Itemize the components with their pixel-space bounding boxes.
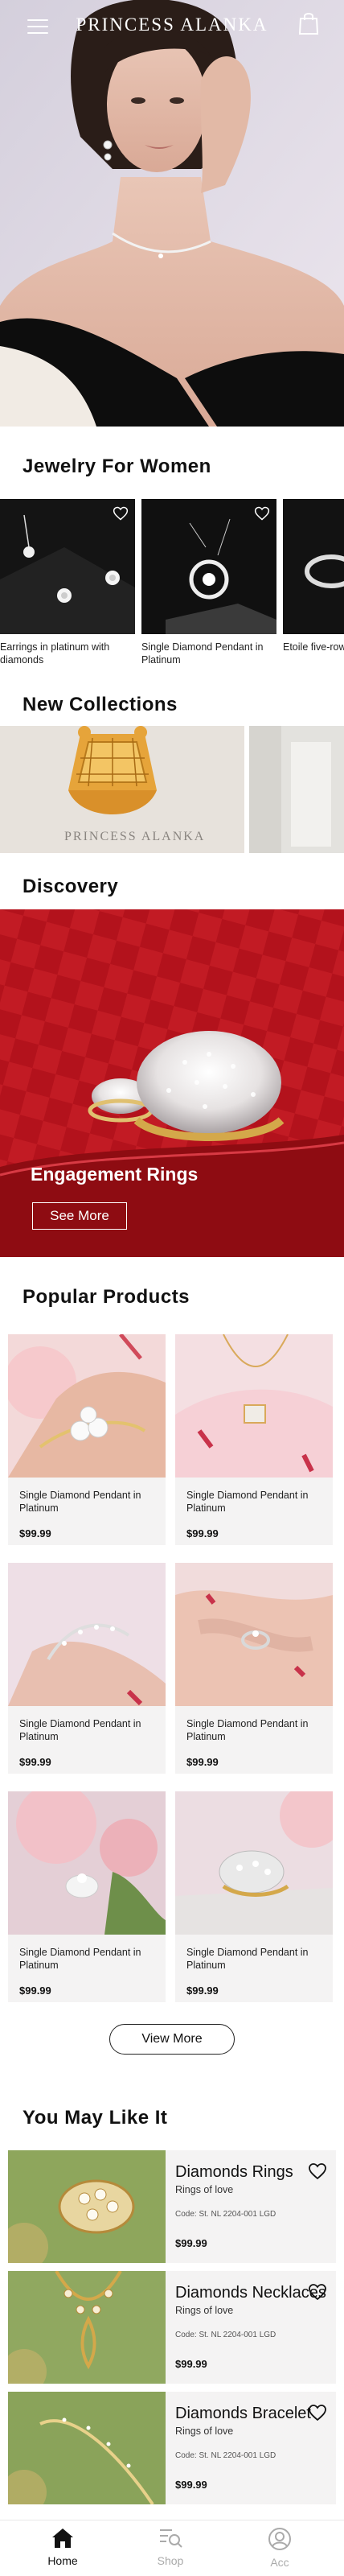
- nav-item-account[interactable]: Acc: [240, 2527, 320, 2569]
- heart-icon[interactable]: [113, 505, 129, 521]
- product-name: Single Diamond Pendant in Platinum: [19, 1490, 141, 1514]
- product-price: $99.99: [175, 2358, 207, 2370]
- product-card[interactable]: Single Diamond Pendant in Platinum $99.9…: [8, 1563, 166, 1774]
- jewelry-card[interactable]: Etoile five-row pavé diamond: [283, 499, 344, 653]
- product-card[interactable]: Single Diamond Pendant in Platinum $99.9…: [175, 1791, 333, 2002]
- product-name: Single Diamond Pendant in Platinum: [186, 1490, 309, 1514]
- bottom-navigation: Home Shop Acc: [0, 2520, 344, 2576]
- product-subtitle: Rings of love: [175, 2426, 234, 2437]
- product-image: [141, 499, 276, 634]
- product-image: [0, 499, 135, 634]
- brand-logo: PRINCESS ALANKA: [76, 14, 268, 35]
- product-code: Code: St. NL 2204-001 LGD: [175, 2331, 276, 2339]
- nav-item-shop[interactable]: Shop: [130, 2527, 211, 2567]
- account-icon: [268, 2528, 291, 2550]
- section-title-popular-products: Popular Products: [23, 1286, 190, 1308]
- section-title-you-may-like-it: You May Like It: [23, 2107, 168, 2129]
- heart-icon[interactable]: [254, 505, 270, 521]
- product-title: Diamonds Rings: [175, 2163, 293, 2181]
- product-price: $99.99: [186, 1527, 219, 1539]
- shop-icon: [160, 2529, 182, 2548]
- product-card[interactable]: Single Diamond Pendant in Platinum $99.9…: [175, 1334, 333, 1545]
- heart-icon[interactable]: [307, 2282, 328, 2302]
- product-caption: Etoile five-row pavé diamond: [283, 641, 344, 653]
- product-image: [175, 1791, 333, 1935]
- product-price: $99.99: [175, 2479, 207, 2491]
- product-title: Diamonds Bracelet: [175, 2405, 311, 2422]
- product-price: $99.99: [19, 1985, 51, 1997]
- product-caption: Single Diamond Pendant in Platinum: [141, 641, 264, 666]
- recommendation-row[interactable]: Diamonds Necklaces Rings of love Code: S…: [8, 2271, 336, 2384]
- product-code: Code: St. NL 2204-001 LGD: [175, 2210, 276, 2219]
- banner-brand-text: PRINCESS ALANKA: [64, 830, 205, 843]
- heart-icon[interactable]: [307, 2162, 328, 2181]
- nav-label: Home: [47, 2554, 78, 2567]
- top-bar: PRINCESS ALANKA: [0, 0, 344, 52]
- product-price: $99.99: [186, 1756, 219, 1768]
- heart-icon[interactable]: [307, 2403, 328, 2422]
- product-image: [8, 2150, 166, 2263]
- product-image: [8, 2271, 166, 2384]
- product-image: [8, 2392, 166, 2504]
- section-title-jewelry-for-women: Jewelry For Women: [23, 455, 211, 477]
- nav-item-home[interactable]: Home: [23, 2527, 103, 2567]
- view-more-button[interactable]: View More: [109, 2024, 235, 2055]
- shopping-bag-icon[interactable]: [297, 11, 320, 35]
- collection-banner[interactable]: [249, 726, 344, 853]
- jewelry-card[interactable]: Earrings in platinum with diamonds: [0, 499, 135, 666]
- product-image: [8, 1791, 166, 1935]
- product-card[interactable]: Single Diamond Pendant in Platinum $99.9…: [8, 1334, 166, 1545]
- product-name: Single Diamond Pendant in Platinum: [19, 1947, 141, 1971]
- discovery-title: Engagement Rings: [31, 1164, 199, 1185]
- product-subtitle: Rings of love: [175, 2305, 234, 2316]
- product-name: Single Diamond Pendant in Platinum: [19, 1718, 141, 1742]
- recommendation-row[interactable]: Diamonds Bracelet Rings of love Code: St…: [8, 2392, 336, 2504]
- product-name: Single Diamond Pendant in Platinum: [186, 1947, 309, 1971]
- product-price: $99.99: [186, 1985, 219, 1997]
- recommendation-row[interactable]: Diamonds Rings Rings of love Code: St. N…: [8, 2150, 336, 2263]
- see-more-button[interactable]: See More: [32, 1202, 127, 1230]
- product-price: $99.99: [19, 1756, 51, 1768]
- product-image: [175, 1334, 333, 1478]
- product-subtitle: Rings of love: [175, 2184, 234, 2195]
- hero-banner: PRINCESS ALANKA: [0, 0, 344, 427]
- product-image: [8, 1334, 166, 1478]
- product-price: $99.99: [19, 1527, 51, 1539]
- section-title-new-collections: New Collections: [23, 694, 178, 715]
- product-card[interactable]: Single Diamond Pendant in Platinum $99.9…: [8, 1791, 166, 2002]
- product-title: Diamonds Necklaces: [175, 2284, 326, 2302]
- nav-label: Acc: [270, 2556, 289, 2569]
- home-icon: [52, 2529, 73, 2548]
- product-card[interactable]: Single Diamond Pendant in Platinum $99.9…: [175, 1563, 333, 1774]
- product-name: Single Diamond Pendant in Platinum: [186, 1718, 309, 1742]
- product-image: [8, 1563, 166, 1706]
- collection-banner[interactable]: PRINCESS ALANKA: [0, 726, 244, 853]
- product-image: [175, 1563, 333, 1706]
- jewelry-card[interactable]: Single Diamond Pendant in Platinum: [141, 499, 276, 666]
- product-caption: Earrings in platinum with diamonds: [0, 641, 110, 666]
- nav-label: Shop: [157, 2554, 184, 2567]
- product-code: Code: St. NL 2204-001 LGD: [175, 2451, 276, 2460]
- product-price: $99.99: [175, 2237, 207, 2249]
- section-title-discovery: Discovery: [23, 876, 119, 897]
- product-image: [283, 499, 344, 634]
- hero-model-image: [0, 0, 344, 427]
